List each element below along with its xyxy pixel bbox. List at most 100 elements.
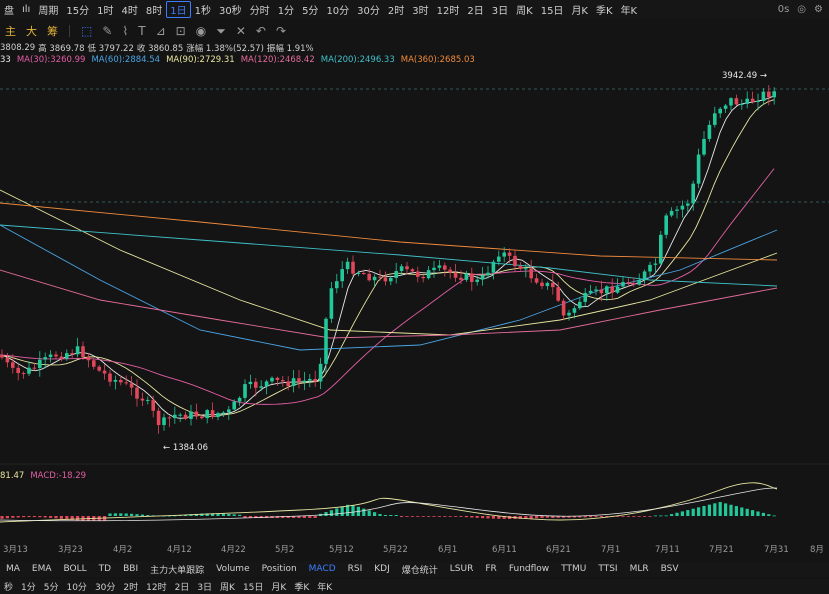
indicator-tab[interactable]: Fundflow [503,564,555,574]
period-15[interactable]: 2时 [384,2,408,17]
indicator-tab[interactable]: 主力大单跟踪 [144,563,210,576]
indicator-tab[interactable]: TTSI [592,564,623,574]
pen-icon[interactable]: ✎ [97,24,117,38]
indicator-tab[interactable]: MACD [303,564,342,574]
main-force-button[interactable]: 主 [0,23,21,39]
delete-icon[interactable]: ✕ [231,24,251,38]
indicator-tab[interactable]: EMA [26,564,58,574]
period-22[interactable]: 月K [567,2,592,17]
bottom-period-tab[interactable]: 秒 [0,580,17,593]
period-19[interactable]: 3日 [488,2,512,17]
period-20[interactable]: 周K [512,2,537,17]
text-icon[interactable]: T [133,24,150,38]
indicator-tab[interactable]: FR [479,564,502,574]
macd-bar [767,514,771,516]
period-4[interactable]: 1时 [93,2,117,17]
period-11[interactable]: 1分 [274,2,298,17]
select-icon[interactable]: ⬚ [76,24,97,38]
bottom-period-tab[interactable]: 1分 [17,580,40,593]
bottom-period-tab[interactable]: 15日 [239,580,267,593]
period-2[interactable]: 周期 [34,2,62,17]
indicator-tab[interactable]: LSUR [444,564,480,574]
candle-body [707,124,712,139]
big-order-button[interactable]: 大 [21,23,42,39]
camera-icon[interactable]: ◎ [797,4,806,15]
refresh-interval[interactable]: 0s [778,4,790,15]
period-5[interactable]: 4时 [117,2,141,17]
indicator-tab[interactable]: TD [93,564,117,574]
bottom-period-tab[interactable]: 3日 [193,580,216,593]
bottom-period-tab[interactable]: 2日 [171,580,194,593]
period-21[interactable]: 15日 [537,2,568,17]
undo-icon[interactable]: ↶ [251,24,271,38]
indicator-tab[interactable]: Position [256,564,303,574]
period-9[interactable]: 30秒 [215,2,246,17]
indicator-tab[interactable]: KDJ [368,564,396,574]
candle-body [615,286,620,293]
date-tick: 5月2 [275,545,295,555]
bottom-period-tab[interactable]: 周K [216,580,239,593]
filter-icon[interactable]: ⏷ [211,24,231,39]
period-6[interactable]: 8时 [142,2,166,17]
period-12[interactable]: 5分 [298,2,322,17]
indicator-tab[interactable]: BOLL [58,564,93,574]
period-24[interactable]: 年K [617,2,642,17]
period-7[interactable]: 1日 [166,1,191,18]
candle-body [626,282,631,284]
indicator-tab[interactable]: 爆仓统计 [396,563,444,576]
bottom-period-tab[interactable]: 季K [290,580,313,593]
candle-body [335,281,339,289]
candle-body [453,272,458,278]
period-8[interactable]: 1秒 [191,2,215,17]
brush-icon[interactable]: ⌇ [117,24,133,38]
period-14[interactable]: 30分 [353,2,384,17]
bottom-period-tab[interactable]: 12时 [142,580,170,593]
date-tick: 4月22 [221,545,246,555]
date-tick: 5月22 [383,545,408,555]
indicator-tab[interactable]: MLR [624,564,655,574]
chips-button[interactable]: 筹 [42,23,63,39]
bottom-period-tab[interactable]: 10分 [62,580,90,593]
bottom-period-tab[interactable]: 5分 [40,580,63,593]
candlestick-chart[interactable]: 3942.49 → ← 1384.06 [0,0,829,594]
period-1[interactable]: ılı [18,4,34,15]
candle-body [524,268,528,270]
lock-icon[interactable]: ⊡ [171,24,191,38]
period-10[interactable]: 分时 [246,2,274,17]
period-0[interactable]: 盘 [0,2,18,17]
bottom-period-tab[interactable]: 2时 [119,580,142,593]
macd-bar [470,516,474,518]
period-13[interactable]: 10分 [322,2,353,17]
bottom-period-tab[interactable]: 30分 [91,580,119,593]
candle-body [491,261,496,273]
macd-bar [745,508,749,516]
macd-bar [232,514,236,516]
macd-bar [583,516,587,518]
candle-body [162,417,166,426]
macd-bar [81,516,85,521]
period-16[interactable]: 3时 [408,2,432,17]
macd-bar [578,516,582,518]
bottom-period-tab[interactable]: 年K [313,580,336,593]
candle-body [324,318,328,364]
ruler-icon[interactable]: ⊿ [151,24,171,38]
indicator-tab[interactable]: MA [0,564,26,574]
indicator-tab[interactable]: BBI [117,564,144,574]
redo-icon[interactable]: ↷ [271,24,291,38]
bottom-period-tab[interactable]: 月K [267,580,290,593]
indicator-tab[interactable]: RSI [342,564,369,574]
indicator-tab[interactable]: TTMU [555,564,592,574]
indicator-tab[interactable]: BSV [655,564,685,574]
period-18[interactable]: 2日 [463,2,487,17]
ma-legend-item: MA(30):3260.99 [16,55,86,65]
settings-icon[interactable]: ⚙ [814,4,823,15]
period-17[interactable]: 12时 [433,2,464,17]
candle-body [729,98,733,106]
eye-icon[interactable]: ◉ [191,24,211,38]
period-23[interactable]: 季K [592,2,617,17]
period-3[interactable]: 15分 [62,2,93,17]
candle-body [497,256,501,262]
candle-body [583,292,587,302]
macd-bar [761,512,765,516]
indicator-tab[interactable]: Volume [210,564,255,574]
